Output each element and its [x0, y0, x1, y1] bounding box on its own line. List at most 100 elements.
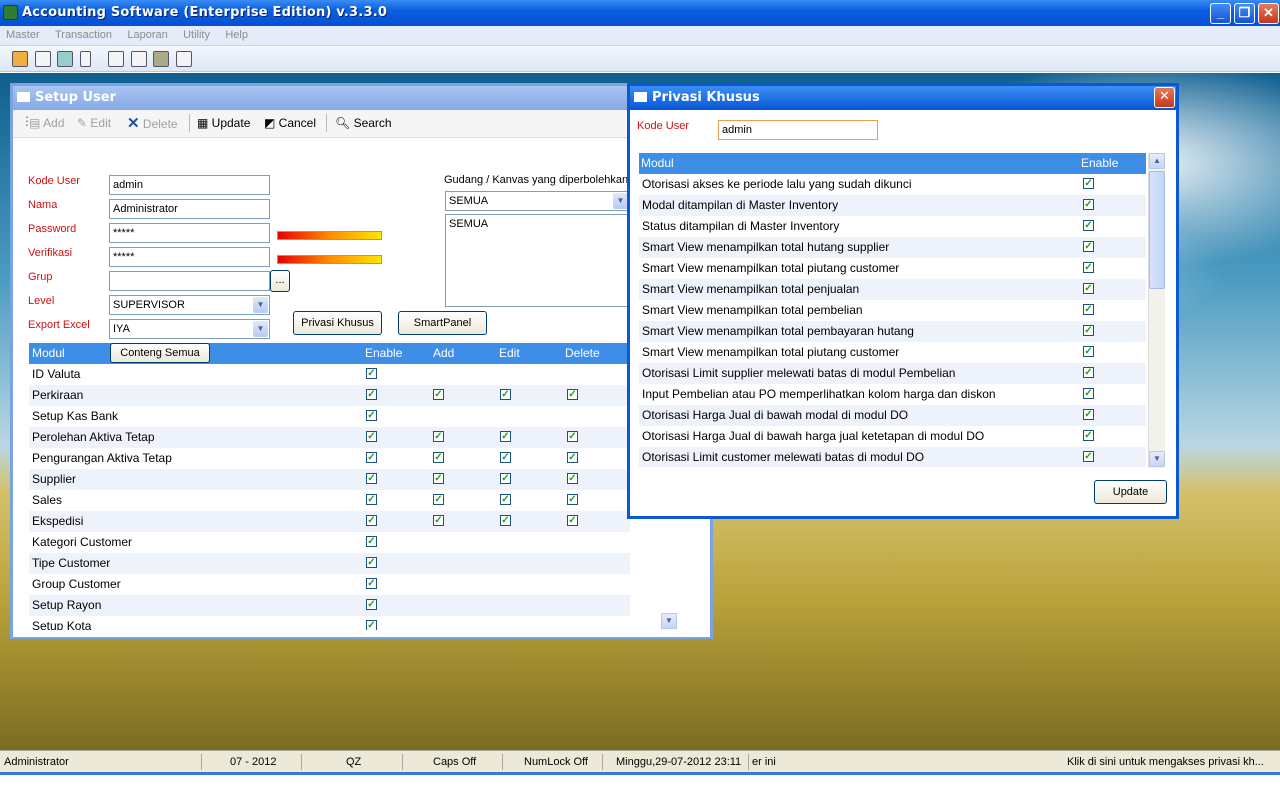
- nama-input[interactable]: Administrator: [109, 199, 270, 219]
- enable-checkbox[interactable]: ✓: [366, 620, 377, 630]
- scroll-down-icon[interactable]: ▼: [1149, 451, 1165, 467]
- menu-transaction[interactable]: Transaction: [49, 26, 118, 41]
- table-row[interactable]: Setup Kas Bank ✓: [29, 406, 630, 427]
- menu-utility[interactable]: Utility: [177, 26, 216, 41]
- enable-checkbox[interactable]: ✓: [366, 578, 377, 589]
- update-button[interactable]: ▦ Update: [197, 116, 250, 130]
- table-row[interactable]: Setup Rayon ✓: [29, 595, 630, 616]
- grup-input[interactable]: [109, 271, 270, 291]
- col-delete[interactable]: Delete: [565, 346, 600, 360]
- table-row[interactable]: Perolehan Aktiva Tetap ✓ ✓ ✓ ✓: [29, 427, 630, 448]
- restore-icon[interactable]: ❐: [1234, 3, 1255, 24]
- privasi-khusus-button[interactable]: Privasi Khusus: [293, 311, 382, 335]
- chevron-down-icon[interactable]: ▼: [253, 321, 268, 337]
- password-input[interactable]: *****: [109, 223, 270, 243]
- search-button[interactable]: 🔍︎ Search: [335, 116, 392, 130]
- enable-checkbox[interactable]: ✓: [366, 368, 377, 379]
- table-row[interactable]: Smart View menampilkan total pembelian ✓: [639, 300, 1146, 321]
- status-hint[interactable]: Klik di sini untuk mengakses privasi kh.…: [1067, 756, 1264, 768]
- table-row[interactable]: Otorisasi Harga Jual di bawah modal di m…: [639, 405, 1146, 426]
- add-checkbox[interactable]: ✓: [433, 473, 444, 484]
- kode-user-input[interactable]: admin: [109, 175, 270, 195]
- add-checkbox[interactable]: ✓: [433, 389, 444, 400]
- enable-checkbox[interactable]: ✓: [1083, 178, 1094, 189]
- table-row[interactable]: Otorisasi Limit supplier melewati batas …: [639, 363, 1146, 384]
- delete-checkbox[interactable]: ✓: [567, 431, 578, 442]
- enable-checkbox[interactable]: ✓: [366, 515, 377, 526]
- enable-checkbox[interactable]: ✓: [1083, 262, 1094, 273]
- chevron-down-icon[interactable]: ▼: [253, 297, 268, 313]
- delete-checkbox[interactable]: ✓: [567, 389, 578, 400]
- table-row[interactable]: Otorisasi akses ke periode lalu yang sud…: [639, 174, 1146, 195]
- minimize-icon[interactable]: _: [1210, 3, 1231, 24]
- table-row[interactable]: Pengurangan Aktiva Tetap ✓ ✓ ✓ ✓: [29, 448, 630, 469]
- privasi-scrollbar[interactable]: ▲ ▼: [1148, 153, 1165, 468]
- table-row[interactable]: Smart View menampilkan total piutang cus…: [639, 258, 1146, 279]
- image-icon[interactable]: [57, 51, 73, 67]
- table-row[interactable]: ID Valuta ✓: [29, 364, 630, 385]
- menu-laporan[interactable]: Laporan: [121, 26, 173, 41]
- table-row[interactable]: Smart View menampilkan total piutang cus…: [639, 342, 1146, 363]
- table-row[interactable]: Perkiraan ✓ ✓ ✓ ✓: [29, 385, 630, 406]
- enable-checkbox[interactable]: ✓: [1083, 304, 1094, 315]
- enable-checkbox[interactable]: ✓: [1083, 346, 1094, 357]
- delete-checkbox[interactable]: ✓: [567, 452, 578, 463]
- edit-checkbox[interactable]: ✓: [500, 494, 511, 505]
- enable-checkbox[interactable]: ✓: [366, 599, 377, 610]
- enable-checkbox[interactable]: ✓: [1083, 367, 1094, 378]
- enable-checkbox[interactable]: ✓: [366, 557, 377, 568]
- scrollbar-thumb[interactable]: [1149, 171, 1165, 289]
- enable-checkbox[interactable]: ✓: [1083, 325, 1094, 336]
- table-row[interactable]: Otorisasi Limit customer melewati batas …: [639, 447, 1146, 467]
- report-icon[interactable]: [176, 51, 192, 67]
- delete-checkbox[interactable]: ✓: [567, 494, 578, 505]
- col-modul[interactable]: Modul: [32, 346, 65, 360]
- grup-browse-button[interactable]: ...: [270, 270, 290, 292]
- edit-checkbox[interactable]: ✓: [500, 431, 511, 442]
- table-row[interactable]: Status ditampilan di Master Inventory ✓: [639, 216, 1146, 237]
- privasi-update-button[interactable]: Update: [1094, 480, 1167, 504]
- scroll-up-icon[interactable]: ▲: [1149, 153, 1165, 169]
- enable-checkbox[interactable]: ✓: [366, 410, 377, 421]
- enable-checkbox[interactable]: ✓: [366, 389, 377, 400]
- table-row[interactable]: Tipe Customer ✓: [29, 553, 630, 574]
- enable-checkbox[interactable]: ✓: [366, 473, 377, 484]
- gudang-list[interactable]: SEMUA: [445, 214, 630, 307]
- table-icon[interactable]: [35, 51, 51, 67]
- table-row[interactable]: Supplier ✓ ✓ ✓ ✓: [29, 469, 630, 490]
- edit-checkbox[interactable]: ✓: [500, 452, 511, 463]
- menu-master[interactable]: Master: [0, 26, 46, 41]
- enable-checkbox[interactable]: ✓: [366, 452, 377, 463]
- scroll-down-icon[interactable]: ▼: [661, 613, 677, 629]
- edit-button[interactable]: ✎ Edit: [77, 116, 111, 130]
- col-enable[interactable]: Enable: [1081, 156, 1118, 170]
- add-checkbox[interactable]: ✓: [433, 452, 444, 463]
- table-row[interactable]: Group Customer ✓: [29, 574, 630, 595]
- delete-checkbox[interactable]: ✓: [567, 473, 578, 484]
- col-modul[interactable]: Modul: [641, 156, 674, 170]
- table-row[interactable]: Smart View menampilkan total penjualan ✓: [639, 279, 1146, 300]
- table-row[interactable]: Modal ditampilan di Master Inventory ✓: [639, 195, 1146, 216]
- close-icon[interactable]: ✕: [1258, 3, 1279, 24]
- list-icon[interactable]: [108, 51, 124, 67]
- document-icon[interactable]: [80, 51, 91, 67]
- edit-checkbox[interactable]: ✓: [500, 515, 511, 526]
- table-row[interactable]: Kategori Customer ✓: [29, 532, 630, 553]
- calculator-icon[interactable]: [153, 51, 169, 67]
- gudang-select[interactable]: SEMUA ▼: [445, 191, 630, 211]
- edit-checkbox[interactable]: ✓: [500, 473, 511, 484]
- delete-button[interactable]: ✕ Delete: [127, 114, 178, 132]
- enable-checkbox[interactable]: ✓: [366, 431, 377, 442]
- add-checkbox[interactable]: ✓: [433, 431, 444, 442]
- col-edit[interactable]: Edit: [499, 346, 520, 360]
- table-row[interactable]: Ekspedisi ✓ ✓ ✓ ✓: [29, 511, 630, 532]
- table-row[interactable]: Setup Kota ✓: [29, 616, 630, 630]
- col-enable[interactable]: Enable: [365, 346, 402, 360]
- close-icon[interactable]: ✕: [1154, 87, 1175, 108]
- delete-checkbox[interactable]: ✓: [567, 515, 578, 526]
- enable-checkbox[interactable]: ✓: [1083, 220, 1094, 231]
- menu-help[interactable]: Help: [219, 26, 254, 41]
- wizard-icon[interactable]: [12, 51, 28, 67]
- verifikasi-input[interactable]: *****: [109, 247, 270, 267]
- table-row[interactable]: Sales ✓ ✓ ✓ ✓: [29, 490, 630, 511]
